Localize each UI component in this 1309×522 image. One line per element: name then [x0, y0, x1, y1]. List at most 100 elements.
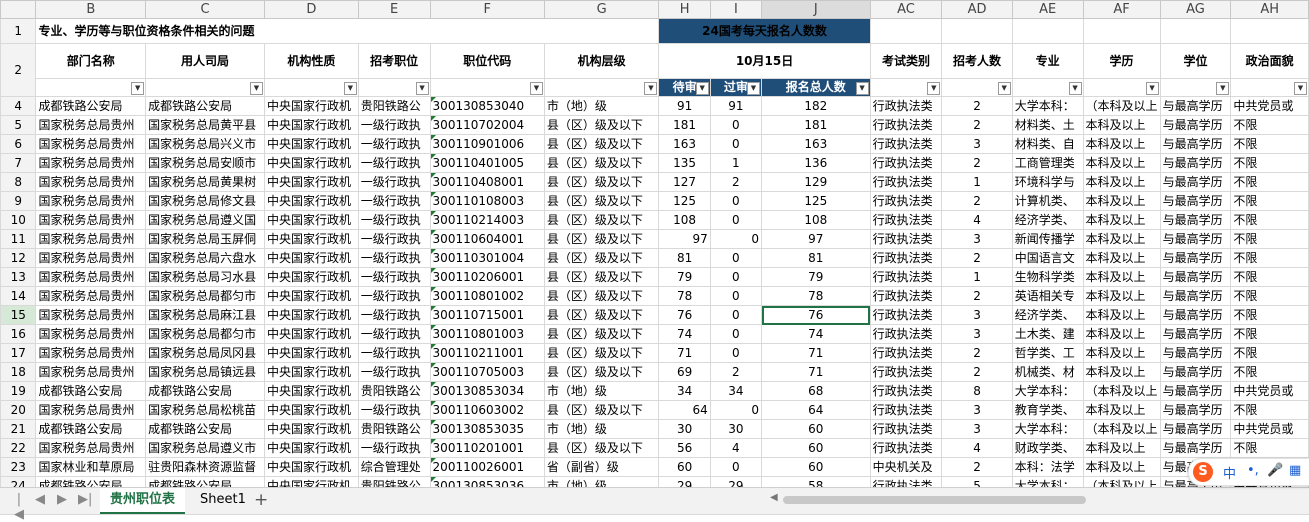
- cell-pending[interactable]: 81: [658, 248, 711, 268]
- cell-total[interactable]: 163: [761, 134, 871, 154]
- cell-nature[interactable]: 中央国家行政机: [263, 457, 359, 477]
- cell-code[interactable]: 300130853040: [429, 96, 545, 116]
- prev-sheet-button[interactable]: ◀: [33, 492, 47, 507]
- ime-language-toggle[interactable]: 中: [1223, 463, 1236, 482]
- cell-dept[interactable]: 国家税务总局贵州: [35, 134, 147, 154]
- cell-nature[interactable]: 中央国家行政机: [263, 343, 359, 363]
- cell-dept[interactable]: 国家税务总局贵州: [35, 248, 147, 268]
- cell-pending[interactable]: 56: [658, 438, 711, 458]
- cell-employer[interactable]: 成都铁路公安局: [145, 381, 265, 401]
- cell-exam[interactable]: 中央机关及: [869, 457, 943, 477]
- cell-employer[interactable]: 国家税务总局安顺市: [145, 153, 265, 173]
- cell-nature[interactable]: 中央国家行政机: [263, 153, 359, 173]
- report-banner[interactable]: 24国考每天报名人数数: [658, 18, 871, 44]
- row-header[interactable]: 22: [0, 438, 37, 458]
- cell-position[interactable]: 贵阳铁路公: [357, 419, 431, 439]
- cell-pending[interactable]: 181: [658, 115, 711, 135]
- cell-code[interactable]: 300110705003: [429, 362, 545, 382]
- cell-total[interactable]: 60: [761, 457, 871, 477]
- first-sheet-button[interactable]: |◀: [12, 492, 26, 522]
- cell-major[interactable]: 经济学类、: [1011, 305, 1084, 325]
- cell-degree[interactable]: 与最高学历: [1159, 229, 1232, 249]
- cell-major[interactable]: 计算机类、: [1011, 191, 1084, 211]
- cell-degree[interactable]: 与最高学历: [1159, 96, 1232, 116]
- cell-level[interactable]: 县（区）级及以下: [543, 286, 660, 306]
- cell-code[interactable]: 300110214003: [429, 210, 545, 230]
- cell-recruit[interactable]: 3: [941, 324, 1013, 344]
- cell-employer[interactable]: 国家税务总局镇远县: [145, 362, 265, 382]
- cell-pending[interactable]: 108: [658, 210, 711, 230]
- cell-nature[interactable]: 中央国家行政机: [263, 210, 359, 230]
- cell-total[interactable]: 125: [761, 191, 871, 211]
- cell-recruit[interactable]: 2: [941, 191, 1013, 211]
- column-header-ac[interactable]: AC: [869, 0, 943, 19]
- cell-code[interactable]: 300130853034: [429, 381, 545, 401]
- cell-political[interactable]: 不限: [1230, 305, 1309, 325]
- cell-edu[interactable]: 本科及以上: [1082, 153, 1161, 173]
- cell-passed[interactable]: 0: [709, 343, 763, 363]
- row-header[interactable]: 4: [0, 96, 37, 116]
- row-header[interactable]: 7: [0, 153, 37, 173]
- row-header[interactable]: 16: [0, 324, 37, 344]
- cell-degree[interactable]: 与最高学历: [1159, 172, 1232, 192]
- cell-recruit[interactable]: 2: [941, 96, 1013, 116]
- cell-edu[interactable]: 本科及以上: [1082, 286, 1161, 306]
- cell-recruit[interactable]: 2: [941, 457, 1013, 477]
- cell-passed[interactable]: 0: [709, 305, 763, 325]
- cell-major[interactable]: 机械类、材: [1011, 362, 1084, 382]
- cell-recruit[interactable]: 3: [941, 134, 1013, 154]
- cell-employer[interactable]: 国家税务总局遵义市: [145, 438, 265, 458]
- cell-nature[interactable]: 中央国家行政机: [263, 400, 359, 420]
- cell-dept[interactable]: 国家税务总局贵州: [35, 210, 147, 230]
- cell-passed[interactable]: 0: [709, 324, 763, 344]
- cell-position[interactable]: 一级行政执: [357, 172, 431, 192]
- cell-level[interactable]: 县（区）级及以下: [543, 324, 660, 344]
- cell-nature[interactable]: 中央国家行政机: [263, 229, 359, 249]
- cell-position[interactable]: 一级行政执: [357, 191, 431, 211]
- cell-exam[interactable]: 行政执法类: [869, 362, 943, 382]
- cell-edu[interactable]: 本科及以上: [1082, 191, 1161, 211]
- cell-total[interactable]: 79: [761, 267, 871, 287]
- cell-total[interactable]: 71: [761, 343, 871, 363]
- cell-level[interactable]: 县（区）级及以下: [543, 134, 660, 154]
- tab-guizhou-positions[interactable]: 贵州职位表: [100, 488, 186, 514]
- cell-nature[interactable]: 中央国家行政机: [263, 362, 359, 382]
- cell-dept[interactable]: 国家税务总局贵州: [35, 153, 147, 173]
- cell-level[interactable]: 省（副省）级: [543, 457, 660, 477]
- cell-nature[interactable]: 中央国家行政机: [263, 286, 359, 306]
- row-header[interactable]: 23: [0, 457, 37, 477]
- cell-exam[interactable]: 行政执法类: [869, 153, 943, 173]
- cell-major[interactable]: 材料类、土: [1011, 115, 1084, 135]
- cell-dept[interactable]: 国家税务总局贵州: [35, 362, 147, 382]
- cell-nature[interactable]: 中央国家行政机: [263, 115, 359, 135]
- cell[interactable]: [1230, 18, 1309, 44]
- next-sheet-button[interactable]: ▶: [55, 492, 69, 507]
- cell-edu[interactable]: 本科及以上: [1082, 210, 1161, 230]
- cell-code[interactable]: 300110801003: [429, 324, 545, 344]
- cell-dept[interactable]: 国家税务总局贵州: [35, 400, 147, 420]
- row-header[interactable]: 17: [0, 343, 37, 363]
- cell-pending[interactable]: 127: [658, 172, 711, 192]
- cell-code[interactable]: 300110603002: [429, 400, 545, 420]
- horizontal-scrollbar[interactable]: [783, 496, 1086, 504]
- cell-dept[interactable]: 国家税务总局贵州: [35, 438, 147, 458]
- cell-level[interactable]: 市（地）级: [543, 419, 660, 439]
- cell-passed[interactable]: 0: [709, 210, 763, 230]
- cell-major[interactable]: 工商管理类: [1011, 153, 1084, 173]
- cell[interactable]: [1159, 18, 1232, 44]
- cell-major[interactable]: 大学本科：: [1011, 381, 1084, 401]
- column-header-af[interactable]: AF: [1082, 0, 1161, 19]
- row-header[interactable]: 5: [0, 115, 37, 135]
- cell[interactable]: [544, 18, 660, 44]
- cell-major[interactable]: 材料类、自: [1011, 134, 1084, 154]
- cell-employer[interactable]: 国家税务总局六盘水: [145, 248, 265, 268]
- scroll-left-arrow-icon[interactable]: ◀: [770, 492, 778, 503]
- cell-exam[interactable]: 行政执法类: [869, 419, 943, 439]
- cell[interactable]: [1011, 18, 1084, 44]
- column-header-b[interactable]: B: [35, 0, 147, 19]
- cell-edu[interactable]: （本科及以上: [1082, 419, 1161, 439]
- cell-level[interactable]: 县（区）级及以下: [543, 210, 660, 230]
- cell-pending[interactable]: 76: [658, 305, 711, 325]
- cell-position[interactable]: 一级行政执: [357, 115, 431, 135]
- cell-level[interactable]: 市（地）级: [543, 96, 660, 116]
